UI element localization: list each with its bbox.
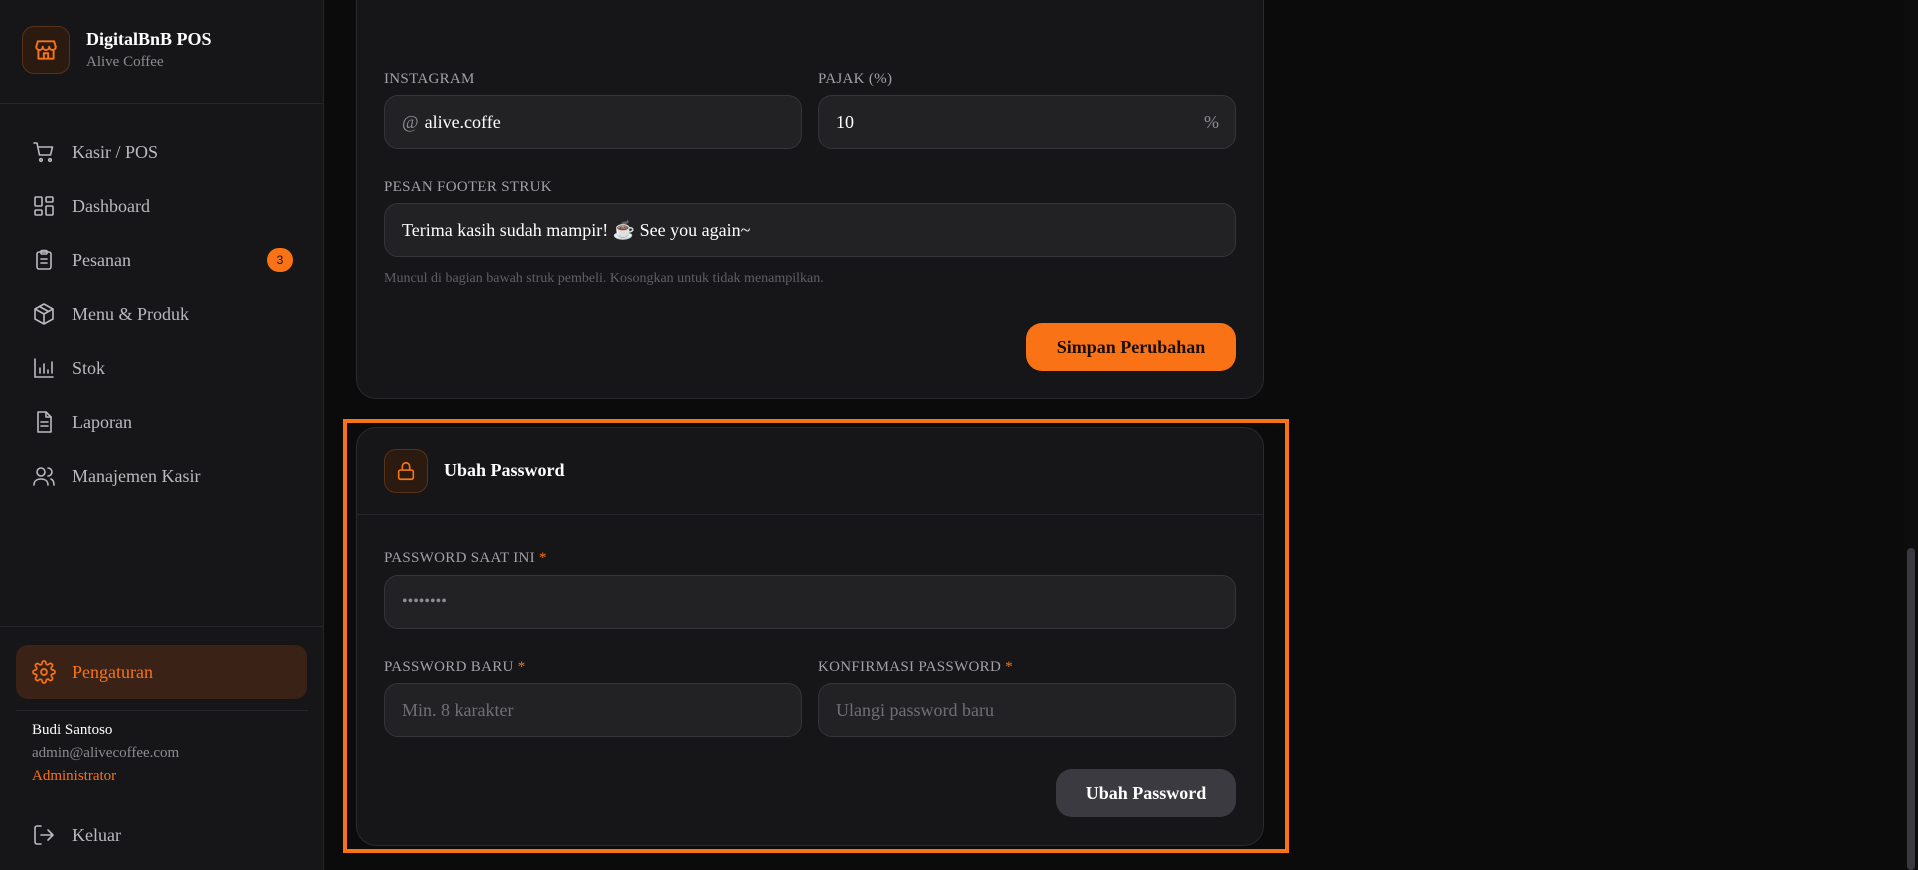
new-password-label-text: PASSWORD BARU [384,659,514,675]
sidebar-nav: Kasir / POS Dashboard Pesanan 3 Menu & P… [16,125,308,503]
lock-icon [384,449,428,493]
confirm-password-label-text: KONFIRMASI PASSWORD [818,659,1002,675]
footer-message-value: Terima kasih sudah mampir! ☕ See you aga… [402,219,751,240]
instagram-input[interactable]: @ alive.coffe [384,95,802,149]
sidebar-item-label: Pesanan [72,249,131,270]
new-password-label: PASSWORD BARU * [384,659,526,676]
users-icon [33,467,55,486]
current-password-label-text: PASSWORD SAAT INI [384,550,535,566]
brand[interactable]: DigitalBnB POS Alive Coffee [22,26,212,74]
sidebar-item-dashboard[interactable]: Dashboard [16,179,308,233]
change-password-button[interactable]: Ubah Password [1056,769,1236,817]
sidebar: DigitalBnB POS Alive Coffee Kasir / POS … [0,0,324,870]
at-prefix: @ [402,111,419,132]
footer-label: PESAN FOOTER STRUK [384,179,552,195]
brand-title: DigitalBnB POS [86,29,212,49]
dashboard-icon [34,196,54,216]
scrollbar[interactable] [1904,0,1918,870]
sidebar-item-label: Manajemen Kasir [72,465,201,486]
current-password-label: PASSWORD SAAT INI * [384,550,547,567]
section-title: Ubah Password [444,460,565,480]
instagram-label: INSTAGRAM [384,71,475,87]
footer-message-input[interactable]: Terima kasih sudah mampir! ☕ See you aga… [384,203,1236,257]
sidebar-item-label: Stok [72,357,106,378]
sidebar-item-stok[interactable]: Stok [16,341,308,395]
instagram-value: alive.coffe [424,111,501,132]
sidebar-item-manajemen-kasir[interactable]: Manajemen Kasir [16,449,308,503]
clipboard-icon [36,249,52,270]
percent-suffix: % [1204,111,1219,132]
logout-icon [34,825,54,845]
footer-hint: Muncul di bagian bawah struk pembeli. Ko… [384,271,824,286]
user-name: Budi Santoso [32,722,113,738]
scrollbar-thumb[interactable] [1907,548,1915,870]
sidebar-item-pengaturan[interactable]: Pengaturan [16,645,307,699]
current-password-value: •••••••• [402,593,447,610]
required-mark: * [1005,659,1013,675]
logout-button[interactable]: Keluar [16,808,308,862]
user-email: admin@alivecoffee.com [32,745,180,761]
app-root: DigitalBnB POS Alive Coffee Kasir / POS … [0,0,1918,870]
document-icon [37,411,52,433]
change-password-card: Ubah Password PASSWORD SAAT INI * ••••••… [356,427,1264,846]
current-password-input[interactable]: •••••••• [384,575,1236,629]
order-count-badge: 3 [267,248,293,272]
tax-input[interactable]: 10 % [818,95,1236,149]
box-icon [34,303,54,325]
required-mark: * [539,550,547,566]
cart-icon [33,142,54,163]
sidebar-item-label: Dashboard [72,195,150,216]
sidebar-item-label: Kasir / POS [72,141,159,162]
bar-chart-icon [34,358,54,378]
divider [0,103,323,104]
tax-label: PAJAK (%) [818,71,893,87]
store-settings-card: INSTAGRAM @ alive.coffe PAJAK (%) 10 % P… [356,0,1264,399]
logout-label: Keluar [72,824,121,845]
new-password-placeholder: Min. 8 karakter [402,699,514,720]
user-info: Budi Santoso admin@alivecoffee.com Admin… [32,722,179,785]
divider [0,626,323,627]
sidebar-item-kasir[interactable]: Kasir / POS [16,125,308,179]
sidebar-item-label: Pengaturan [72,661,153,682]
confirm-password-placeholder: Ulangi password baru [836,699,994,720]
gear-icon [32,660,56,684]
user-role: Administrator [32,768,117,784]
sidebar-item-laporan[interactable]: Laporan [16,395,308,449]
save-changes-button[interactable]: Simpan Perubahan [1026,323,1236,371]
confirm-password-label: KONFIRMASI PASSWORD * [818,659,1013,676]
confirm-password-input[interactable]: Ulangi password baru [818,683,1236,737]
sidebar-item-label: Menu & Produk [72,303,189,324]
new-password-input[interactable]: Min. 8 karakter [384,683,802,737]
tax-value: 10 [836,111,854,132]
section-header: Ubah Password [357,428,1263,515]
store-icon [22,26,70,74]
required-mark: * [517,659,526,675]
divider [16,710,308,711]
sidebar-item-label: Laporan [72,411,132,432]
sidebar-item-menu-produk[interactable]: Menu & Produk [16,287,308,341]
brand-subtitle: Alive Coffee [86,54,164,70]
sidebar-item-pesanan[interactable]: Pesanan 3 [16,233,308,287]
